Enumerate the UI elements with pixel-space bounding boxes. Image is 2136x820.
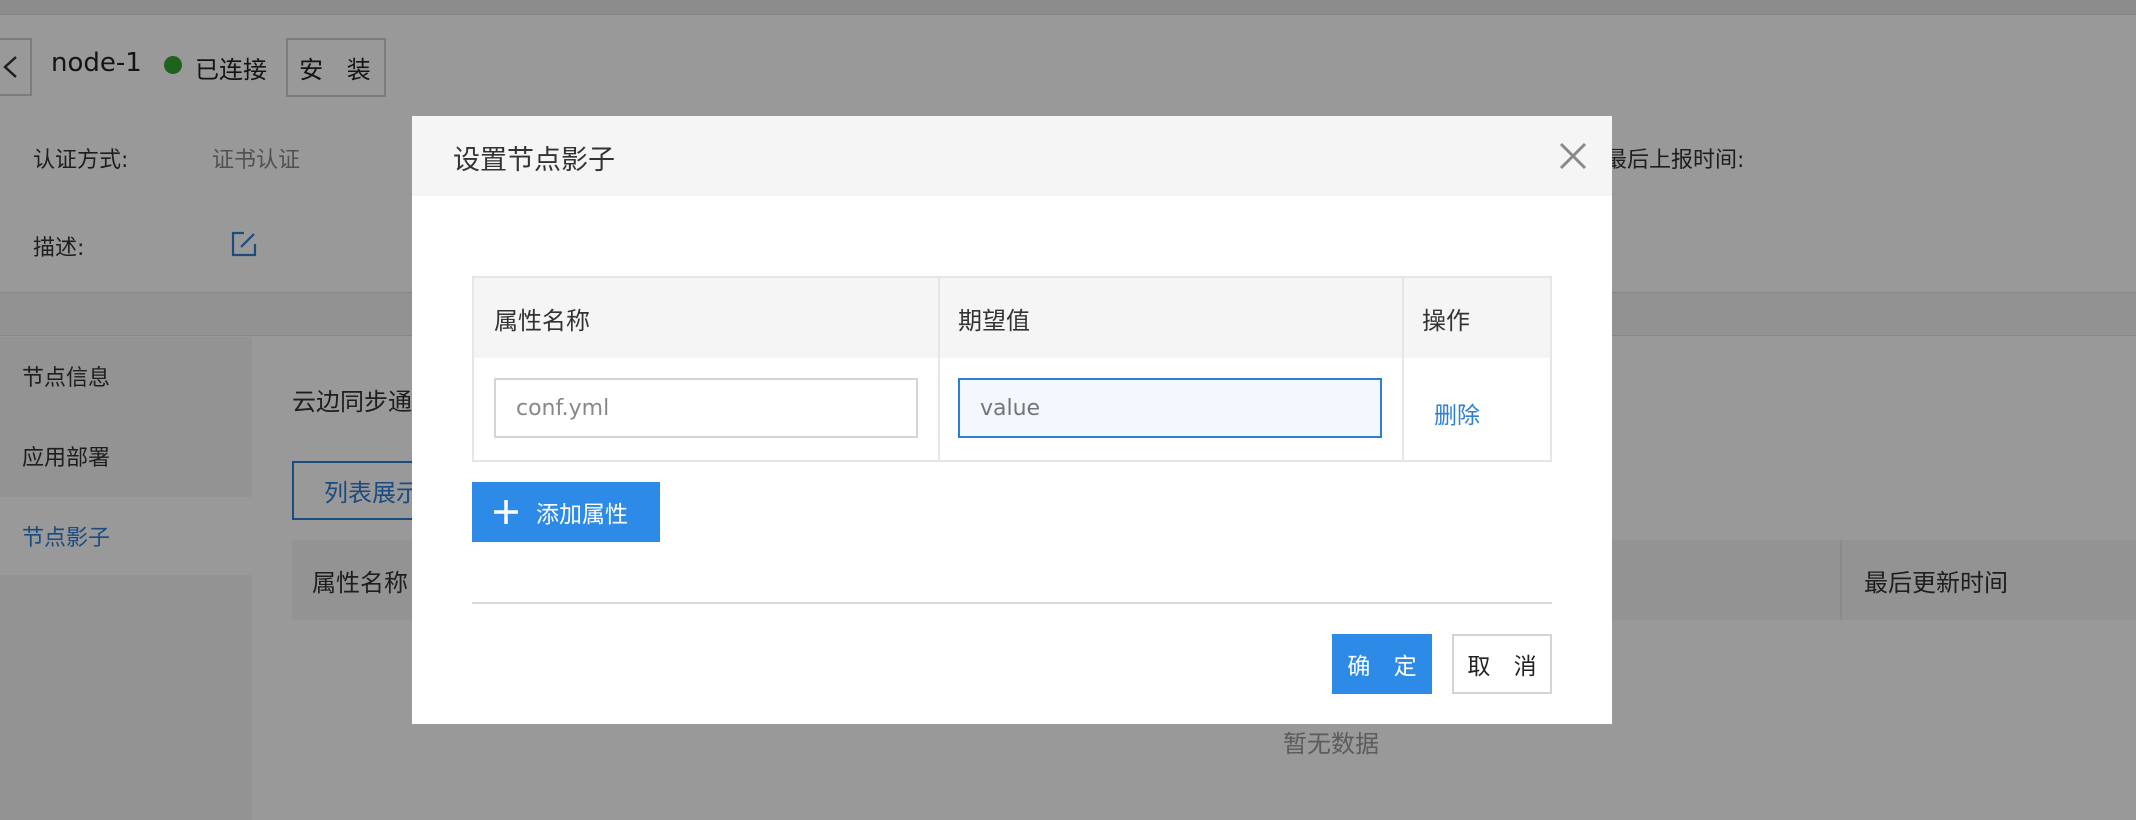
delete-row-link[interactable]: 删除 bbox=[1434, 396, 1480, 430]
close-icon[interactable] bbox=[1557, 140, 1589, 172]
add-attribute-label: 添加属性 bbox=[536, 502, 628, 528]
dialog-title: 设置节点影子 bbox=[453, 145, 615, 176]
dialog-header: 设置节点影子 bbox=[412, 116, 1612, 196]
confirm-button[interactable]: 确 定 bbox=[1332, 634, 1432, 694]
cancel-button[interactable]: 取 消 bbox=[1452, 634, 1552, 694]
attribute-table: 属性名称 期望值 操作 删除 bbox=[472, 276, 1552, 462]
column-header-action: 操作 bbox=[1422, 306, 1470, 335]
expected-value-input[interactable] bbox=[958, 378, 1382, 438]
plus-icon bbox=[494, 500, 518, 524]
attribute-table-header: 属性名称 期望值 操作 bbox=[474, 278, 1550, 358]
column-separator bbox=[938, 278, 940, 460]
attr-name-input[interactable] bbox=[494, 378, 918, 438]
column-header-attr-name: 属性名称 bbox=[494, 306, 590, 335]
column-header-expected-value: 期望值 bbox=[958, 306, 1030, 335]
column-separator bbox=[1402, 278, 1404, 460]
add-attribute-button[interactable]: 添加属性 bbox=[472, 482, 660, 542]
dialog-footer-divider bbox=[472, 602, 1552, 604]
node-shadow-dialog: 设置节点影子 属性名称 期望值 操作 删除 添加属性 确 定 取 消 bbox=[412, 116, 1612, 724]
